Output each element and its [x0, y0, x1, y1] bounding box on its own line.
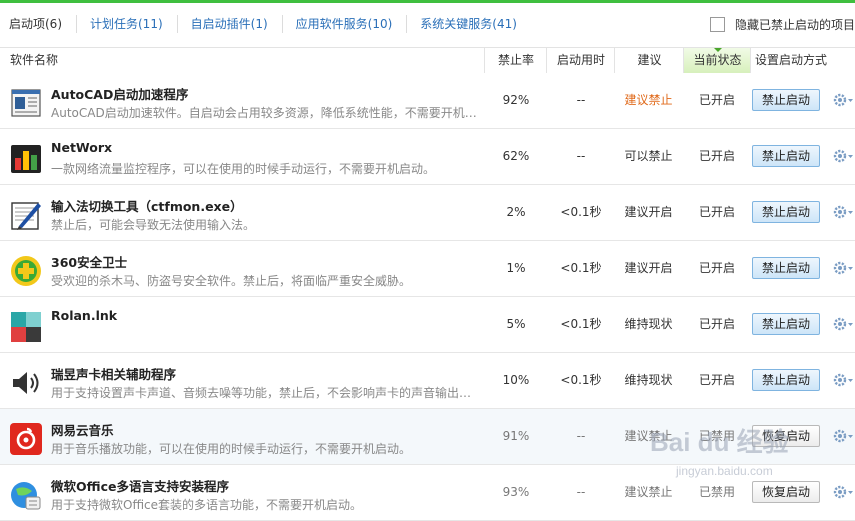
- gear-dropdown-icon[interactable]: [832, 427, 854, 445]
- disable-rate: 91%: [502, 429, 530, 443]
- gear-dropdown-icon[interactable]: [832, 203, 854, 221]
- disable-startup-button[interactable]: 禁止启动: [752, 89, 820, 111]
- hide-disabled-toggle[interactable]: 隐藏已禁止启动的项目: [709, 3, 855, 45]
- current-state: 已开启: [698, 205, 735, 219]
- current-state: 已开启: [698, 261, 735, 275]
- startup-time: --: [576, 93, 586, 107]
- table-row[interactable]: NetWorx 一款网络流量监控程序，可以在使用的时候手动运行，不需要开机启动。…: [0, 129, 855, 185]
- startup-time: --: [576, 485, 586, 499]
- software-name: Rolan.lnk: [51, 308, 118, 323]
- gear-dropdown-icon[interactable]: [832, 91, 854, 109]
- suggestion: 建议开启: [624, 261, 673, 275]
- suggestion: 建议禁止: [624, 429, 673, 443]
- netease-music-icon: [10, 423, 42, 455]
- office-icon: [11, 482, 41, 510]
- speaker-icon: [13, 372, 39, 394]
- table-row[interactable]: Rolan.lnk 5% <0.1秒 维持现状 已开启 禁止启动: [0, 297, 855, 353]
- software-name: 微软Office多语言支持安装程序: [51, 479, 229, 494]
- gear-dropdown-icon[interactable]: [832, 147, 854, 165]
- startup-time: --: [576, 429, 586, 443]
- gear-dropdown-icon[interactable]: [832, 483, 854, 501]
- gear-dropdown-icon[interactable]: [832, 315, 854, 333]
- disable-startup-button[interactable]: 禁止启动: [752, 257, 820, 279]
- disable-rate: 2%: [506, 205, 526, 219]
- software-description: 禁止后，可能会导致无法使用输入法。: [51, 218, 256, 232]
- software-description: 用于音乐播放功能，可以在使用的时候手动运行，不需要开机启动。: [51, 442, 412, 456]
- suggestion: 可以禁止: [624, 149, 673, 163]
- column-header-startup-mode: 设置启动方式: [750, 48, 831, 73]
- table-row[interactable]: AutoCAD启动加速程序 AutoCAD启动加速软件。自启动会占用较多资源，降…: [0, 73, 855, 129]
- startup-time: <0.1秒: [560, 317, 602, 331]
- restore-startup-button[interactable]: 恢复启动: [752, 481, 820, 503]
- disable-startup-button[interactable]: 禁止启动: [752, 369, 820, 391]
- suggestion: 建议禁止: [624, 485, 673, 499]
- software-description: 受欢迎的杀木马、防盗号安全软件。禁止后，将面临严重安全威胁。: [51, 274, 412, 288]
- current-state: 已开启: [698, 93, 735, 107]
- disable-startup-button[interactable]: 禁止启动: [752, 145, 820, 167]
- ctfmon-icon: [11, 202, 41, 230]
- tab-startup-items[interactable]: 启动项(6): [0, 3, 76, 45]
- table-header: 软件名称 禁止率 启动用时 建议 当前状态 设置启动方式: [0, 47, 855, 74]
- column-header-suggestion[interactable]: 建议: [614, 48, 684, 73]
- column-header-startup-time[interactable]: 启动用时: [546, 48, 615, 73]
- startup-list: AutoCAD启动加速程序 AutoCAD启动加速软件。自启动会占用较多资源，降…: [0, 73, 855, 521]
- disable-rate: 1%: [506, 261, 526, 275]
- suggestion: 建议禁止: [624, 93, 673, 107]
- software-description: 用于支持设置声卡声道、音频去噪等功能，禁止后，不会影响声卡的声音输出功能。: [51, 386, 483, 400]
- software-description: 一款网络流量监控程序，可以在使用的时候手动运行，不需要开机启动。: [51, 162, 436, 176]
- autocad-icon: [11, 89, 41, 117]
- suggestion: 维持现状: [624, 317, 673, 331]
- disable-rate: 62%: [502, 149, 530, 163]
- table-row[interactable]: 微软Office多语言支持安装程序 用于支持微软Office套装的多语言功能，不…: [0, 465, 855, 521]
- current-state: 已禁用: [698, 485, 735, 499]
- suggestion: 维持现状: [624, 373, 673, 387]
- disable-rate: 5%: [506, 317, 526, 331]
- table-row[interactable]: 瑞昱声卡相关辅助程序 用于支持设置声卡声道、音频去噪等功能，禁止后，不会影响声卡…: [0, 353, 855, 409]
- restore-startup-button[interactable]: 恢复启动: [752, 425, 820, 447]
- software-name: AutoCAD启动加速程序: [51, 87, 189, 102]
- disable-rate: 93%: [502, 485, 530, 499]
- 360-icon: [11, 256, 41, 286]
- table-row[interactable]: 360安全卫士 受欢迎的杀木马、防盗号安全软件。禁止后，将面临严重安全威胁。 1…: [0, 241, 855, 297]
- software-name: 网易云音乐: [51, 423, 114, 438]
- disable-rate: 92%: [502, 93, 530, 107]
- software-name: 输入法切换工具（ctfmon.exe）: [51, 199, 243, 214]
- tab-scheduled-tasks[interactable]: 计划任务(11): [76, 3, 177, 45]
- software-name: 360安全卫士: [51, 255, 128, 270]
- software-name: 瑞昱声卡相关辅助程序: [51, 367, 177, 382]
- disable-startup-button[interactable]: 禁止启动: [752, 313, 820, 335]
- rolan-icon: [11, 312, 41, 342]
- column-header-disable-rate[interactable]: 禁止率: [484, 48, 547, 73]
- table-row[interactable]: 输入法切换工具（ctfmon.exe） 禁止后，可能会导致无法使用输入法。 2%…: [0, 185, 855, 241]
- current-state: 已禁用: [698, 429, 735, 443]
- tab-app-services[interactable]: 应用软件服务(10): [281, 3, 407, 45]
- tab-autostart-plugins[interactable]: 自启动插件(1): [176, 3, 282, 45]
- table-row[interactable]: 网易云音乐 用于音乐播放功能，可以在使用的时候手动运行，不需要开机启动。 91%…: [0, 409, 855, 465]
- current-state: 已开启: [698, 317, 735, 331]
- current-state: 已开启: [698, 373, 735, 387]
- current-state: 已开启: [698, 149, 735, 163]
- disable-startup-button[interactable]: 禁止启动: [752, 201, 820, 223]
- software-description: AutoCAD启动加速软件。自启动会占用较多资源，降低系统性能，不需要开机启动。: [51, 106, 483, 120]
- hide-disabled-label: 隐藏已禁止启动的项目: [734, 17, 855, 32]
- software-description: 用于支持微软Office套装的多语言功能，不需要开机启动。: [51, 498, 363, 512]
- startup-time: <0.1秒: [560, 261, 602, 275]
- networx-icon: [11, 145, 41, 173]
- column-header-name[interactable]: 软件名称: [10, 48, 58, 73]
- gear-dropdown-icon[interactable]: [832, 259, 854, 277]
- hide-disabled-checkbox[interactable]: [709, 16, 725, 32]
- startup-time: --: [576, 149, 586, 163]
- suggestion: 建议开启: [624, 205, 673, 219]
- gear-dropdown-icon[interactable]: [832, 371, 854, 389]
- disable-rate: 10%: [502, 373, 530, 387]
- tab-system-services[interactable]: 系统关键服务(41): [406, 3, 531, 45]
- startup-time: <0.1秒: [560, 373, 602, 387]
- startup-time: <0.1秒: [560, 205, 602, 219]
- software-name: NetWorx: [51, 140, 113, 155]
- column-header-current-state[interactable]: 当前状态: [683, 48, 751, 73]
